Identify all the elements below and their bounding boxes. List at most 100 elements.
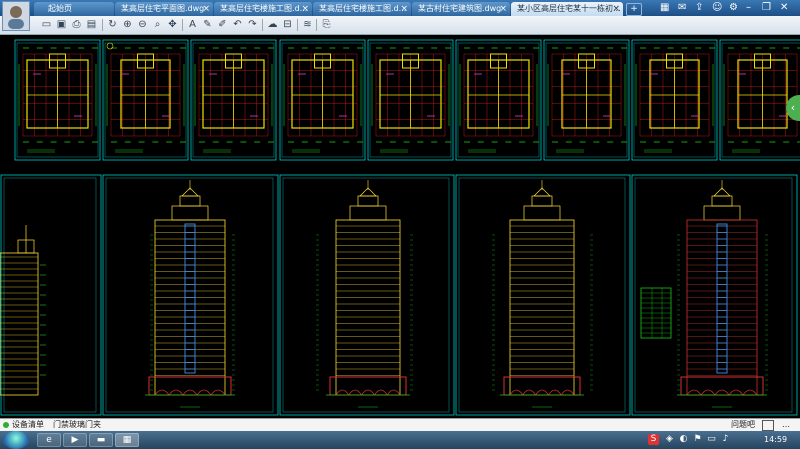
open-folder-icon[interactable]: ▭ [40, 18, 53, 31]
tab-file-4[interactable]: 某古村住宅建筑图.dwg × [412, 2, 510, 16]
explorer-icon[interactable]: e [37, 433, 61, 447]
tab-label: 起始页 [48, 4, 72, 13]
properties-icon[interactable]: ⎘ [320, 18, 333, 31]
toolbar: ▭ ▣ ⎙ ▤ ↻ ⊕ ⊖ ⌕ ✥ A ✎ ✐ ↶ ↷ ☁ ⊟ ≋ ⎘ [0, 16, 800, 35]
folder-icon[interactable]: ▬ [89, 433, 113, 447]
tower-base [680, 376, 764, 396]
sheet-marker [106, 42, 114, 50]
settings-icon[interactable]: ⚙ [729, 2, 738, 14]
minimize-icon[interactable]: – [746, 2, 751, 14]
print-icon[interactable]: ⎙ [70, 18, 83, 31]
tab-label: 某小区高层住宅某十一栋初... [517, 4, 621, 13]
user-avatar[interactable] [2, 1, 30, 31]
help-link[interactable]: 问题吧 [731, 419, 755, 431]
tower-arch [182, 389, 198, 396]
elevation-sheet-frame [455, 174, 631, 416]
user-icon[interactable]: ☺ [712, 2, 722, 14]
tower-arch [700, 389, 716, 396]
pencil-icon[interactable]: ✎ [201, 18, 214, 31]
elevation-sheet-frame [279, 174, 455, 416]
tower-glazing [184, 223, 196, 374]
speaker-icon[interactable]: ♪ [720, 434, 731, 445]
tower-crown [531, 195, 553, 207]
tower-base [329, 376, 407, 396]
save-icon[interactable]: ▣ [55, 18, 68, 31]
start-button[interactable] [3, 431, 29, 449]
pen-icon[interactable]: ✐ [216, 18, 229, 31]
toolbar-separator [316, 19, 317, 31]
ime-icon[interactable]: S [648, 434, 659, 445]
tab-label: 某古村住宅建筑图.dwg [418, 4, 502, 13]
text-icon[interactable]: A [186, 18, 199, 31]
status-dot-icon [3, 422, 9, 428]
elevation-sheet-frame [0, 174, 102, 416]
close-icon[interactable]: × [499, 2, 507, 16]
close-icon[interactable]: × [400, 2, 408, 16]
tower-arch [714, 389, 730, 396]
media-icon[interactable]: ▶ [63, 433, 87, 447]
tower-arch [560, 389, 575, 396]
close-icon[interactable]: × [612, 2, 620, 16]
toolbar-separator [182, 19, 183, 31]
close-icon[interactable]: × [301, 2, 309, 16]
tab-file-3[interactable]: 某高层住宅楼施工图.d... × [313, 2, 411, 16]
tower-crown [179, 195, 201, 207]
tower-arch [154, 389, 170, 396]
more-button[interactable]: … [782, 419, 790, 431]
flag-icon[interactable]: ⚑ [692, 434, 703, 445]
tower-arch [374, 389, 388, 396]
tab-file-1[interactable]: 某高层住宅平面图.dwg × [115, 2, 213, 16]
tab-bar: 起始页 某高层住宅平面图.dwg × 某高层住宅楼施工图.d... × 某高层住… [0, 0, 800, 31]
tower-arch [535, 389, 549, 396]
chat-icon[interactable] [762, 420, 774, 431]
tower-glazing [716, 223, 728, 374]
tower-base [503, 376, 581, 396]
cad-viewer-icon[interactable]: ▦ [115, 433, 139, 447]
zoom-out-icon[interactable]: ⊖ [136, 18, 149, 31]
layers-icon[interactable]: ≋ [301, 18, 314, 31]
pan-icon[interactable]: ✥ [166, 18, 179, 31]
tower-arch [728, 389, 744, 396]
tower-body [509, 219, 575, 396]
tower-top [703, 205, 741, 221]
tab-file-2[interactable]: 某高层住宅楼施工图.d... × [214, 2, 312, 16]
tower-body [335, 219, 401, 396]
close-icon[interactable]: × [202, 2, 210, 16]
tower-crown [357, 195, 379, 207]
tower-arch [348, 389, 362, 396]
new-tab-button[interactable]: + [626, 3, 642, 16]
restore-icon[interactable]: ❐ [762, 2, 771, 14]
undo-icon[interactable]: ↶ [231, 18, 244, 31]
tower-arch [361, 389, 375, 396]
tab-label: 某高层住宅楼施工图.d... [319, 4, 407, 13]
share-icon[interactable]: ⇪ [695, 2, 703, 14]
tab-file-5-active[interactable]: 某小区高层住宅某十一栋初... × [511, 2, 623, 16]
grid-icon[interactable]: ▦ [660, 2, 669, 14]
tower-arch [210, 389, 226, 396]
cad-drawing [0, 39, 800, 416]
zoom-in-icon[interactable]: ⊕ [121, 18, 134, 31]
elevation-sheet-frame [631, 174, 798, 416]
export-icon[interactable]: ▤ [85, 18, 98, 31]
cloud-icon[interactable]: ☁ [266, 18, 279, 31]
rotate-icon[interactable]: ↻ [106, 18, 119, 31]
clock: 14:59 [764, 435, 788, 444]
tab-label: 某高层住宅平面图.dwg [121, 4, 205, 13]
network-icon[interactable]: ◈ [664, 434, 675, 445]
measure-icon[interactable]: ⊟ [281, 18, 294, 31]
battery-icon[interactable]: ▭ [706, 434, 717, 445]
tab-label: 某高层住宅楼施工图.d... [220, 4, 308, 13]
redo-icon[interactable]: ↷ [246, 18, 259, 31]
elevation-sheet-frame [102, 174, 279, 416]
tab-start-page[interactable]: 起始页 [34, 2, 114, 16]
side-elevation-body [0, 252, 39, 396]
mail-icon[interactable]: ✉ [678, 2, 686, 14]
volume-icon[interactable]: ◐ [678, 434, 689, 445]
tower-top [349, 205, 387, 221]
close-icon[interactable]: ✕ [780, 2, 788, 14]
zoom-window-icon[interactable]: ⌕ [151, 18, 164, 31]
tower-arch [196, 389, 212, 396]
drawing-canvas[interactable]: ‹ [0, 35, 800, 418]
status-item-mid[interactable]: 门禁玻璃门夹 [53, 419, 101, 431]
status-item-left[interactable]: 设备清单 [12, 419, 44, 431]
